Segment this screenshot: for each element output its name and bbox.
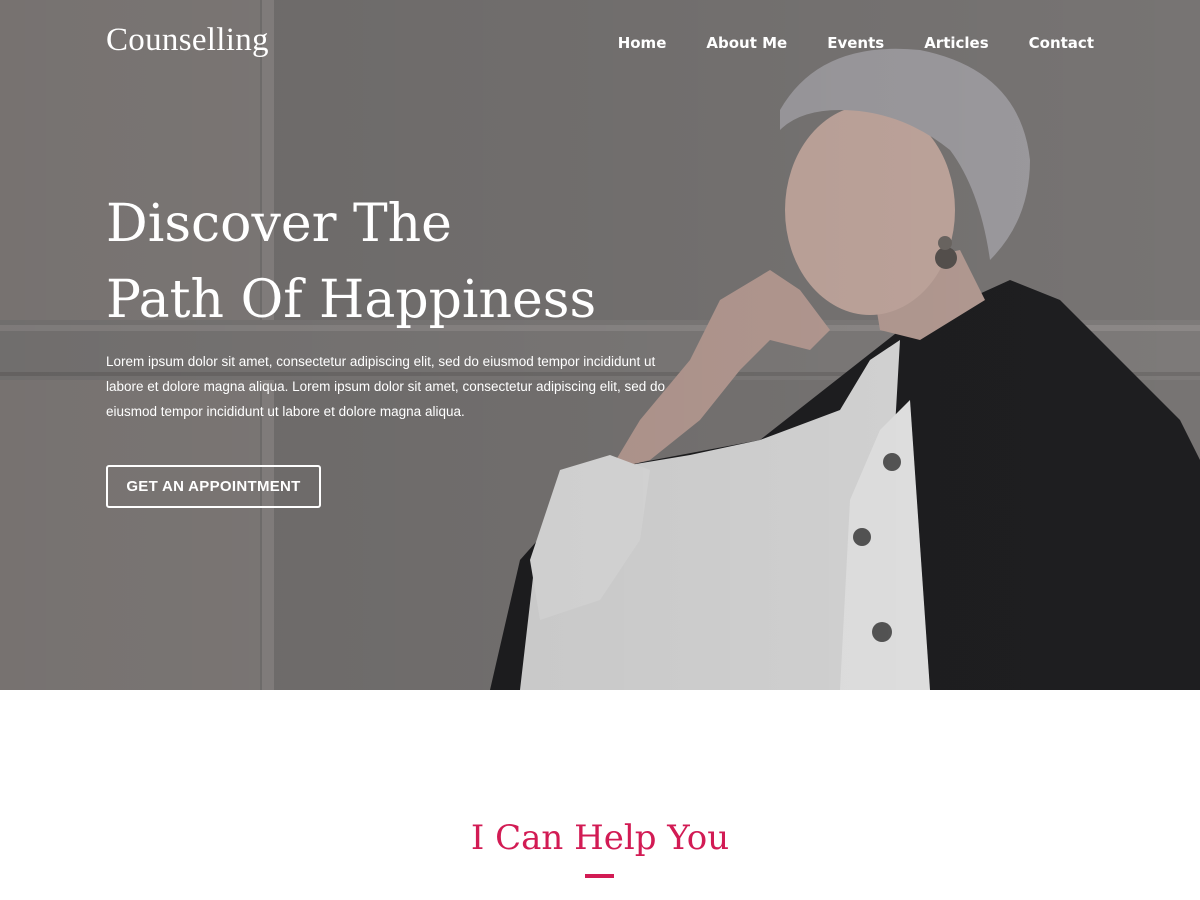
get-appointment-button[interactable]: GET AN APPOINTMENT bbox=[106, 465, 321, 508]
help-title: I Can Help You bbox=[470, 818, 730, 858]
title-underline bbox=[585, 874, 614, 878]
nav-item-contact[interactable]: Contact bbox=[1029, 34, 1094, 52]
main-menu: Home About Me Events Articles Contact bbox=[578, 34, 1094, 52]
nav-item-articles[interactable]: Articles bbox=[924, 34, 988, 52]
help-section: I Can Help You bbox=[0, 690, 1200, 900]
hero-section: Counselling Home About Me Events Article… bbox=[0, 0, 1200, 690]
site-logo[interactable]: Counselling bbox=[106, 22, 269, 59]
hero-title-line-1: Discover The bbox=[106, 194, 452, 254]
hero-paragraph: Lorem ipsum dolor sit amet, consectetur … bbox=[106, 354, 666, 419]
hero-overlay bbox=[0, 0, 1200, 690]
top-navigation: Counselling Home About Me Events Article… bbox=[0, 0, 1200, 88]
nav-item-events[interactable]: Events bbox=[827, 34, 884, 52]
nav-item-about-me[interactable]: About Me bbox=[706, 34, 787, 52]
nav-item-home[interactable]: Home bbox=[618, 34, 667, 52]
hero-title: Discover The Path Of Happiness bbox=[106, 186, 596, 338]
hero-title-line-2: Path Of Happiness bbox=[106, 270, 597, 330]
